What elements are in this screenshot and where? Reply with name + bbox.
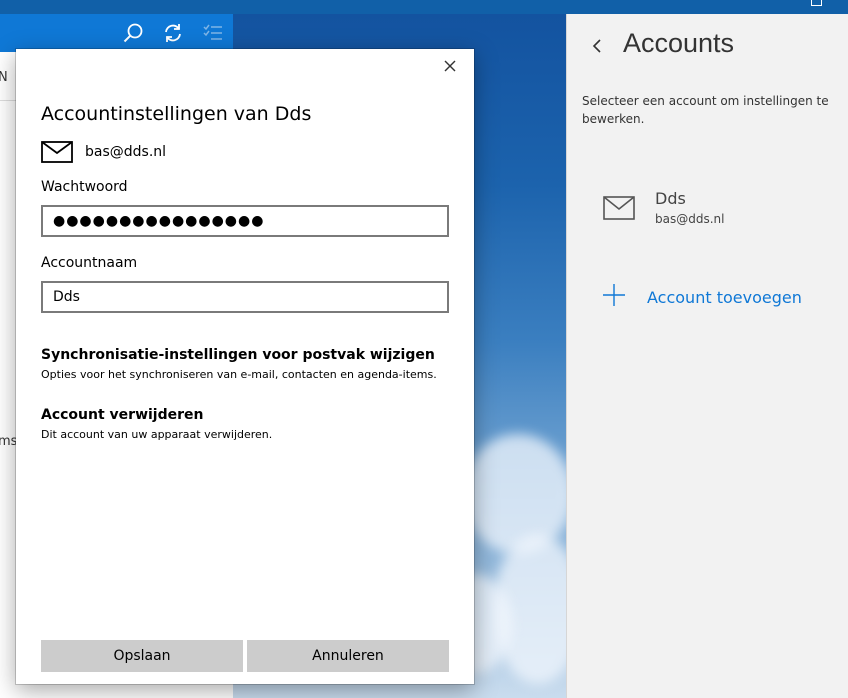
account-item-dds[interactable]: Dds bas@dds.nl [597,184,827,234]
add-account-button[interactable]: Account toevoegen [597,282,827,318]
envelope-icon [41,141,73,163]
remove-account-link[interactable]: Account verwijderen [41,407,204,423]
cloud-shape [463,434,573,554]
account-name-field[interactable] [41,281,449,313]
accounts-pane: Accounts Selecteer een account om instel… [566,14,848,698]
add-account-label: Account toevoegen [647,288,802,307]
cancel-button[interactable]: Annuleren [247,640,449,672]
mail-list-fragment-2: ms [0,434,18,449]
password-label: Wachtwoord [41,179,128,195]
account-settings-dialog: Accountinstellingen van Dds bas@dds.nl W… [16,49,474,684]
sync-settings-description: Opties voor het synchroniseren van e-mai… [41,368,437,381]
sync-icon[interactable] [160,20,186,46]
divider [0,100,16,101]
account-email: bas@dds.nl [655,212,725,226]
account-name-label: Accountnaam [41,255,138,271]
search-icon[interactable] [120,20,146,46]
close-icon[interactable] [441,57,459,75]
chevron-left-icon[interactable] [587,34,607,58]
accounts-title: Accounts [623,28,735,58]
dialog-title: Accountinstellingen van Dds [41,103,312,125]
mail-list-fragment: N [0,70,8,85]
account-name: Dds [655,189,686,208]
remove-account-description: Dit account van uw apparaat verwijderen. [41,428,273,441]
dialog-email: bas@dds.nl [85,144,167,160]
window-control-icon[interactable] [811,0,822,6]
plus-icon [603,284,625,306]
mail-toolbar [0,14,233,52]
window-title-bar [0,0,848,14]
envelope-icon [603,196,635,220]
select-list-icon[interactable] [200,20,226,46]
accounts-description: Selecteer een account om instellingen te… [582,94,829,126]
password-field[interactable] [41,205,449,237]
sync-settings-link[interactable]: Synchronisatie-instellingen voor postvak… [41,347,435,363]
save-button[interactable]: Opslaan [41,640,243,672]
